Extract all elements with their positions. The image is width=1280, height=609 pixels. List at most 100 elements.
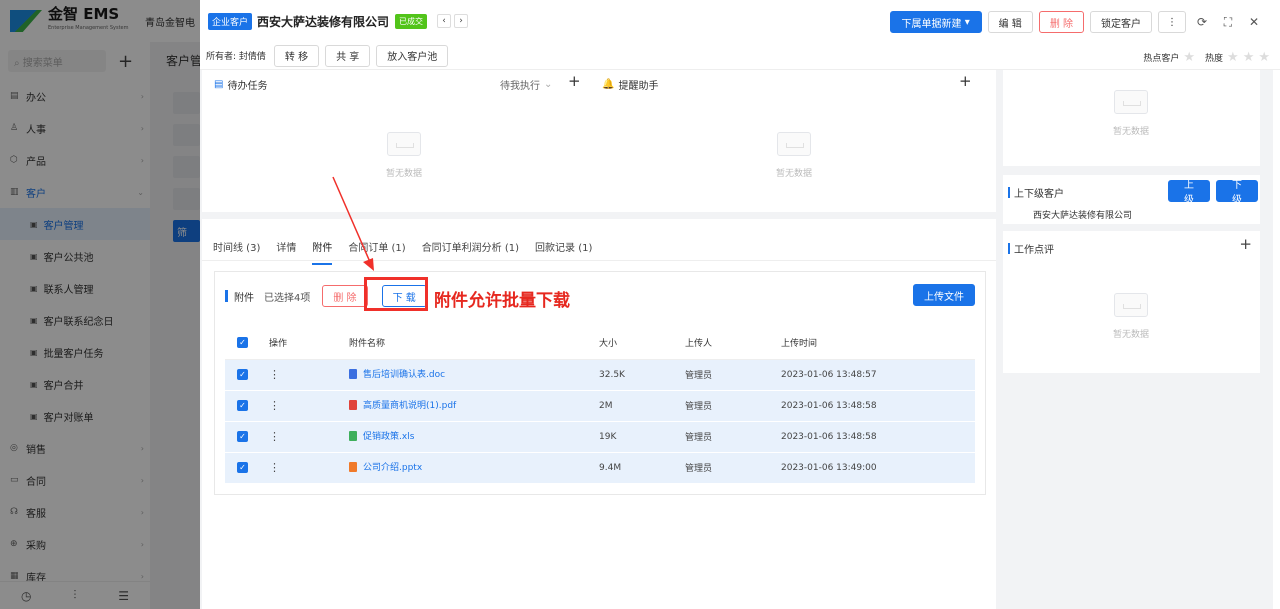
tab-0[interactable]: 时间线 (3): [213, 239, 260, 265]
attachments-section: 附件 已选择4项 删 除 下 载 附件允许批量下载 上传文件 ✓ 操作 附件名称…: [214, 271, 986, 495]
file-uploader: 管理员: [673, 359, 769, 391]
owner-bar: 所有者: 封倩倩 转 移 共 享 放入客户池 热点客户 ★ 热度 ★ ★ ★: [200, 42, 1280, 70]
annotation-highlight-box: [364, 277, 428, 311]
upload-file-button[interactable]: 上传文件: [913, 284, 975, 306]
customer-title: 西安大萨达装修有限公司: [257, 14, 390, 29]
row-checkbox[interactable]: ✓: [237, 431, 248, 442]
file-type-icon: [349, 430, 357, 441]
add-comment-button[interactable]: +: [1239, 235, 1252, 253]
task-panel: ▤ 待办任务 待我执行 ⌄ + 🔔 提醒助手 + 暂无数据 暂无数据: [202, 70, 996, 212]
file-link[interactable]: 公司介绍.pptx: [349, 460, 422, 473]
task-filter-select[interactable]: 待我执行 ⌄: [500, 77, 552, 92]
refresh-icon[interactable]: ⟳: [1192, 15, 1212, 29]
row-action-menu-icon[interactable]: ⋮: [269, 368, 280, 381]
table-row[interactable]: ✓ ⋮ 公司介绍.pptx 9.4M 管理员 2023-01-06 13:49:00: [225, 452, 975, 484]
work-comment-panel: 工作点评 + 暂无数据: [1003, 231, 1260, 373]
drawer-header: 企业客户 西安大萨达装修有限公司 已成交 ‹ › 下属单据新建 ▾ 编 辑 删 …: [200, 0, 1280, 42]
row-checkbox[interactable]: ✓: [237, 369, 248, 380]
select-all-checkbox[interactable]: ✓: [237, 337, 248, 349]
file-link[interactable]: 促销政策.xls: [349, 429, 414, 442]
file-uploader: 管理员: [673, 390, 769, 422]
selected-count: 已选择4项: [264, 292, 311, 304]
customer-type-badge: 企业客户: [208, 12, 253, 30]
tab-3[interactable]: 合同订单 (1): [348, 239, 405, 265]
file-size: 9.4M: [587, 452, 673, 484]
heat-star-icon[interactable]: ★: [1243, 50, 1255, 65]
delete-attachments-button[interactable]: 删 除: [322, 285, 368, 307]
child-customer-button[interactable]: 下 级: [1216, 180, 1258, 206]
empty-box-icon: [777, 132, 811, 156]
upload-time: 2023-01-06 13:48:58: [769, 421, 975, 453]
file-size: 32.5K: [587, 359, 673, 391]
row-action-menu-icon[interactable]: ⋮: [269, 430, 280, 443]
col-time: 上传时间: [769, 327, 975, 360]
prev-record-button[interactable]: ‹: [437, 14, 452, 28]
col-size: 大小: [587, 327, 673, 360]
comment-empty-state: 暂无数据: [1109, 293, 1153, 340]
hot-star-icon[interactable]: ★: [1183, 50, 1195, 65]
empty-box-icon: [1114, 90, 1148, 114]
upload-time: 2023-01-06 13:48:57: [769, 359, 975, 391]
hot-customer-label: 热点客户: [1143, 54, 1180, 64]
reminder-title: 🔔 提醒助手: [602, 79, 659, 92]
table-row[interactable]: ✓ ⋮ 售后培训确认表.doc 32.5K 管理员 2023-01-06 13:48:57: [225, 359, 975, 391]
owner-label: 所有者: 封倩倩: [206, 52, 266, 62]
parent-customer-button[interactable]: 上 级: [1168, 180, 1210, 206]
edit-button[interactable]: 编 辑: [987, 11, 1033, 33]
file-type-icon: [349, 399, 357, 410]
share-button[interactable]: 共 享: [325, 44, 371, 67]
fullscreen-icon[interactable]: ⛶: [1218, 15, 1238, 30]
related-customers-title: 上下级客户: [1008, 185, 1064, 200]
work-comment-title: 工作点评: [1008, 241, 1054, 256]
file-link[interactable]: 高质量商机说明(1).pdf: [349, 398, 456, 411]
tab-1[interactable]: 详情: [276, 239, 296, 265]
file-uploader: 管理员: [673, 452, 769, 484]
close-icon[interactable]: ✕: [1244, 15, 1264, 29]
upload-time: 2023-01-06 13:49:00: [769, 452, 975, 484]
add-reminder-button[interactable]: +: [959, 72, 972, 90]
modal-overlay[interactable]: [0, 0, 210, 609]
file-size: 19K: [587, 421, 673, 453]
empty-box-icon: [387, 132, 421, 156]
drawer-scrollbar[interactable]: [1273, 70, 1280, 609]
annotation-text: 附件允许批量下载: [434, 291, 570, 311]
file-size: 2M: [587, 390, 673, 422]
task-title: ▤ 待办任务: [214, 79, 268, 92]
file-link[interactable]: 售后培训确认表.doc: [349, 367, 445, 380]
tab-5[interactable]: 回款记录 (1): [535, 239, 592, 265]
file-type-icon: [349, 461, 357, 472]
related-customers-panel: 上下级客户 上 级 下 级 西安大萨达装修有限公司: [1003, 175, 1260, 224]
related-company-link[interactable]: 西安大萨达装修有限公司: [1033, 208, 1132, 221]
right-top-panel: 暂无数据: [1003, 70, 1260, 166]
add-task-button[interactable]: +: [568, 72, 581, 90]
tab-2[interactable]: 附件: [312, 239, 333, 265]
row-checkbox[interactable]: ✓: [237, 400, 248, 411]
col-uploader: 上传人: [673, 327, 769, 360]
lock-customer-button[interactable]: 锁定客户: [1090, 11, 1152, 33]
bell-icon: 🔔: [602, 79, 615, 90]
heat-label: 热度: [1205, 54, 1224, 64]
row-action-menu-icon[interactable]: ⋮: [269, 461, 280, 474]
reminder-empty-state: 暂无数据: [772, 132, 816, 179]
file-type-icon: [349, 368, 357, 379]
customer-detail-drawer: 企业客户 西安大萨达装修有限公司 已成交 ‹ › 下属单据新建 ▾ 编 辑 删 …: [200, 0, 1280, 609]
delete-customer-button[interactable]: 删 除: [1038, 11, 1084, 33]
move-to-pool-button[interactable]: 放入客户池: [376, 44, 449, 67]
transfer-button[interactable]: 转 移: [273, 44, 320, 67]
heat-star-icon[interactable]: ★: [1227, 50, 1239, 65]
attachments-title: 附件: [234, 292, 254, 304]
next-record-button[interactable]: ›: [454, 14, 469, 28]
table-row[interactable]: ✓ ⋮ 促销政策.xls 19K 管理员 2023-01-06 13:48:58: [225, 421, 975, 453]
new-sub-document-button[interactable]: 下属单据新建 ▾: [889, 11, 982, 33]
row-action-menu-icon[interactable]: ⋮: [269, 399, 280, 412]
col-name: 附件名称: [337, 327, 587, 360]
row-checkbox[interactable]: ✓: [237, 462, 248, 473]
table-row[interactable]: ✓ ⋮ 高质量商机说明(1).pdf 2M 管理员 2023-01-06 13:48:58: [225, 390, 975, 422]
tab-4[interactable]: 合同订单利润分析 (1): [422, 239, 519, 265]
more-menu-button[interactable]: ⋮: [1158, 11, 1186, 33]
heat-star-icon[interactable]: ★: [1258, 50, 1270, 65]
empty-box-icon: [1114, 293, 1148, 317]
task-icon: ▤: [214, 79, 224, 90]
file-uploader: 管理员: [673, 421, 769, 453]
col-action: 操作: [257, 327, 337, 360]
